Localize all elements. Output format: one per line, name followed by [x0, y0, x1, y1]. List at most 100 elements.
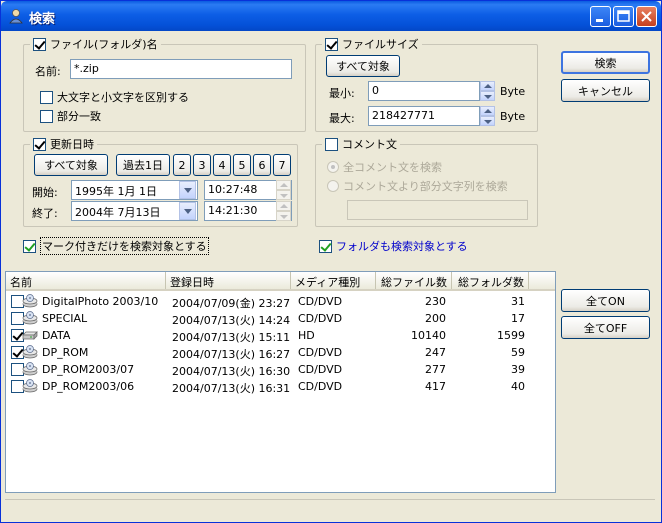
table-row[interactable]: SPECIAL 2004/07/13(火) 14:24 CD/DVD 200 17: [6, 310, 555, 327]
end-time-spinner[interactable]: [276, 201, 291, 221]
row-media-type: CD/DVD: [298, 312, 343, 325]
media-list[interactable]: 名前 登録日時 メディア種別 総ファイル数 総フォルダ数 DigitalPhot…: [5, 271, 556, 493]
row-registered: 2004/07/13(火) 16:30: [172, 365, 291, 378]
column-total-folders[interactable]: 総フォルダ数: [452, 272, 529, 289]
marked-only-option[interactable]: マーク付きだけを検索対象とする: [23, 237, 209, 255]
row-total-files: 417: [425, 380, 446, 393]
comment-all-option[interactable]: 全コメント文を検索: [327, 159, 442, 175]
row-total-folders: 40: [511, 380, 525, 393]
row-media-type: CD/DVD: [298, 363, 343, 376]
case-sensitive-checkbox[interactable]: [40, 90, 53, 104]
date-checkbox[interactable]: [33, 137, 46, 151]
table-row[interactable]: DP_ROM2003/06 2004/07/13(火) 16:31 CD/DVD 41…: [6, 378, 555, 395]
file-size-checkbox[interactable]: [325, 37, 338, 51]
file-size-legend[interactable]: ファイルサイズ: [322, 37, 422, 51]
max-size-spinner[interactable]: [480, 106, 495, 126]
maximize-button[interactable]: [613, 6, 634, 27]
row-total-folders: 17: [511, 312, 525, 325]
comment-group: コメント文 全コメント文を検索 コメント文より部分文字列を検索: [315, 137, 538, 227]
title-bar[interactable]: 検索: [1, 1, 661, 31]
comment-checkbox[interactable]: [325, 137, 338, 151]
cd-drive-icon: [22, 345, 38, 359]
row-registered: 2004/07/13(火) 16:31: [172, 382, 291, 395]
row-registered: 2004/07/13(火) 14:24: [172, 314, 291, 327]
row-registered: 2004/07/13(火) 16:27: [172, 348, 291, 361]
column-media-type[interactable]: メディア種別: [291, 272, 376, 289]
comment-legend[interactable]: コメント文: [322, 137, 400, 151]
table-row[interactable]: DP_ROM 2004/07/13(火) 16:27 CD/DVD 247 59: [6, 344, 555, 361]
row-total-folders: 1599: [497, 329, 525, 342]
hard-disk-icon: [22, 331, 38, 340]
cancel-button[interactable]: キャンセル: [561, 79, 650, 102]
min-size-input[interactable]: 0: [368, 81, 480, 101]
comment-partial-label: コメント文より部分文字列を検索: [343, 180, 508, 193]
column-total-files[interactable]: 総ファイル数: [376, 272, 452, 289]
partial-match-checkbox[interactable]: [40, 109, 53, 123]
close-button[interactable]: [636, 6, 657, 27]
row-media-type: CD/DVD: [298, 380, 343, 393]
file-name-group: ファイル(フォルダ)名 名前: *.zip 大文字と小文字を区別する 部分一致: [23, 37, 306, 132]
minimize-button[interactable]: [590, 6, 611, 27]
cd-drive-icon: [22, 379, 38, 393]
table-row[interactable]: DP_ROM2003/07 2004/07/13(火) 16:30 CD/DVD 27…: [6, 361, 555, 378]
day-button-2[interactable]: 2: [173, 154, 191, 176]
row-registered: 2004/07/09(金) 23:27: [172, 297, 291, 310]
table-row[interactable]: DigitalPhoto 2003/10 2004/07/09(金) 23:27 C…: [6, 293, 555, 310]
list-header: 名前 登録日時 メディア種別 総ファイル数 総フォルダ数: [6, 272, 555, 291]
size-all-button[interactable]: すべて対象: [326, 55, 400, 77]
date-all-button[interactable]: すべて対象: [34, 154, 108, 176]
max-label: 最大:: [329, 112, 355, 125]
start-date-dropdown-icon[interactable]: [179, 181, 196, 199]
row-name: SPECIAL: [42, 312, 88, 325]
day-button-5[interactable]: 5: [233, 154, 251, 176]
maximize-icon: [617, 10, 630, 22]
row-name: DATA: [42, 329, 71, 342]
end-date-dropdown-icon[interactable]: [179, 202, 196, 220]
comment-partial-radio[interactable]: [327, 180, 339, 192]
all-on-button[interactable]: 全てON: [561, 289, 650, 312]
close-icon: [641, 11, 652, 22]
day-button-3[interactable]: 3: [193, 154, 211, 176]
partial-match-option[interactable]: 部分一致: [40, 108, 101, 124]
max-size-input[interactable]: 218427771: [368, 106, 480, 126]
day-button-6[interactable]: 6: [253, 154, 271, 176]
cd-drive-icon: [22, 362, 38, 376]
cd-drive-icon: [22, 311, 38, 325]
comment-legend-label: コメント文: [342, 138, 397, 151]
name-input[interactable]: *.zip: [70, 59, 292, 79]
row-name: DP_ROM2003/06: [42, 380, 135, 393]
search-dialog: 検索 ファイル(フォルダ)名 名前: *.zip 大文字と小文字を区別する 部分…: [0, 0, 662, 523]
day-button-4[interactable]: 4: [213, 154, 231, 176]
table-row[interactable]: DATA 2004/07/13(火) 15:11 HD 10140 1599: [6, 327, 555, 344]
search-app-icon: [9, 9, 23, 24]
column-registered[interactable]: 登録日時: [166, 272, 291, 289]
row-total-files: 277: [425, 363, 446, 376]
case-sensitive-option[interactable]: 大文字と小文字を区別する: [40, 89, 189, 105]
file-name-legend[interactable]: ファイル(フォルダ)名: [30, 37, 161, 51]
date-legend[interactable]: 更新日時: [30, 137, 97, 151]
row-total-files: 200: [425, 312, 446, 325]
search-button[interactable]: 検索: [561, 51, 650, 74]
min-size-spinner[interactable]: [480, 81, 495, 101]
file-name-checkbox[interactable]: [33, 37, 46, 51]
row-registered: 2004/07/13(火) 15:11: [172, 331, 291, 344]
row-media-type: CD/DVD: [298, 346, 343, 359]
comment-all-label: 全コメント文を検索: [343, 161, 442, 174]
minimize-icon: [596, 19, 603, 22]
end-label: 終了:: [32, 207, 58, 220]
past-1-day-button[interactable]: 過去1日: [116, 154, 170, 176]
marked-only-checkbox[interactable]: [23, 239, 36, 253]
include-folders-checkbox[interactable]: [319, 239, 332, 253]
day-button-7[interactable]: 7: [273, 154, 291, 176]
comment-all-radio[interactable]: [327, 161, 339, 173]
marked-only-label: マーク付きだけを検索対象とする: [40, 237, 209, 255]
comment-partial-option[interactable]: コメント文より部分文字列を検索: [327, 178, 508, 194]
all-off-button[interactable]: 全てOFF: [561, 316, 650, 339]
row-total-folders: 59: [511, 346, 525, 359]
comment-text-input[interactable]: [347, 200, 528, 220]
start-time-spinner[interactable]: [276, 180, 291, 200]
include-folders-option[interactable]: フォルダも検索対象とする: [319, 238, 468, 254]
row-total-files: 247: [425, 346, 446, 359]
column-name[interactable]: 名前: [6, 272, 166, 289]
file-name-legend-label: ファイル(フォルダ)名: [50, 38, 158, 51]
